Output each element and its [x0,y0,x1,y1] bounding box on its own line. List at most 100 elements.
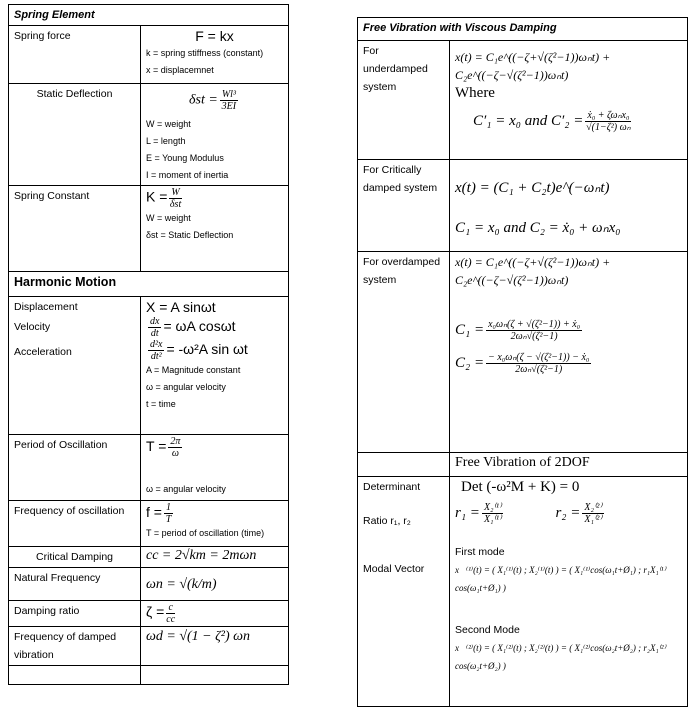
spring-constant-label: Spring Constant [8,185,141,272]
natural-frequency-eq: ωn = √(k/m) [140,567,289,601]
formula-text: dx [148,316,162,328]
formula-text: δst [169,199,182,210]
determinant-eq: Det (-ω²M + K) = 0 [461,479,580,495]
formula-text: r₂ = [555,504,581,521]
underdamped-eq: x(t) = C₁e^((−ζ+√(ζ²−1))ωₙt) + C₂e^((−ζ−… [455,50,611,82]
first-mode-eq: x⃗⁽¹⁾(t) = ( X₁⁽¹⁾(t) ; X₂⁽¹⁾(t) ) = ( X… [455,565,666,593]
underdamped-constants: C′₁ = x₀ and C′₂ = ẋ₀ + ζωₙx₀ √(1−ζ²) ωₙ [473,110,682,133]
frequency-label: Frequency of oscillation [8,500,141,547]
formula-text: r₁ = [455,504,480,521]
critically-damped-label: For Critically damped system [357,159,450,252]
formula-text: X₂⁽²⁾ [582,502,604,514]
harmonic-motion-header: Harmonic Motion [8,271,289,297]
critically-damped-eq: x(t) = (C₁ + C₂t)e^(−ωₙt) [455,180,610,196]
velocity-eq: dx dt = ωA cosωt [146,316,283,339]
formula-text: cc [166,614,176,625]
displacement-label: Displacement [14,301,78,313]
critical-damping-label: Critical Damping [8,546,141,568]
formula-text: T [165,514,172,525]
two-dof-header: Free Vibration of 2DOF [449,452,688,477]
formula-text: 2ωₙ√(ζ²−1) [510,331,558,342]
left-formula-table: Spring Element Spring force F = kx k = s… [8,4,289,685]
static-deflection-eq: δst = Wl³ 3EI [146,89,283,112]
first-mode-label: First mode [455,546,505,558]
formula-text: √(1−ζ²) ωₙ [586,122,631,133]
spring-constant-eq: K = Wδst [146,187,283,210]
overdamped-c2: C₂ = − x₀ωₙ(ζ − √(ζ²−1)) − ẋ₀ 2ωₙ√(ζ²−1) [455,352,682,375]
critically-damped-constants: C₁ = x₀ and C₂ = ẋ₀ + ωₙx₀ [455,220,621,236]
critical-damping-eq: cc = 2√km = 2mωn [140,546,289,568]
fraction: d²x dt² [148,339,165,362]
underdamped-label: For underdamped system [357,40,450,160]
formula-text: 2π [168,436,183,448]
formula-text: 3EI [221,101,237,112]
formula-text: ω = angular velocity [146,484,226,494]
formula-text: dt [150,328,159,339]
right-formula-table: Free Vibration with Viscous Damping For … [357,17,688,707]
formula-text: 2ωₙ√(ζ²−1) [515,364,563,375]
formula-text: dt² [150,351,162,362]
formula-text: ω [171,448,179,459]
fraction: ẋ₀ + ζωₙx₀ √(1−ζ²) ωₙ [585,110,632,133]
formula-text: C₁ = [455,321,485,338]
formula-text: C₂ = [455,354,485,371]
second-mode-label: Second Mode [455,624,520,636]
formula-text: X₁⁽²⁾ [584,514,602,525]
formula-text: W [169,187,182,199]
formula-text: W = weight [146,213,191,223]
damped-frequency-label: Frequency of damped vibration [8,626,141,666]
note: k = spring stiffness (constant) [146,48,264,58]
fraction: X₂⁽¹⁾ X₁⁽¹⁾ [481,502,504,525]
natural-frequency-label: Natural Frequency [8,567,141,601]
spring-force-eq: F = kx [195,28,234,44]
fraction: 1T [163,502,173,525]
formula-text: 1 [163,502,173,514]
formula-text: X₁⁽¹⁾ [483,514,502,525]
formula-text: T = [146,438,167,455]
second-mode-eq: x⃗⁽²⁾(t) = ( X₁⁽²⁾(t) ; X₂⁽²⁾(t) ) = ( X… [455,643,666,671]
fraction: 2π ω [168,436,183,459]
fraction: − x₀ωₙ(ζ − √(ζ²−1)) − ẋ₀ 2ωₙ√(ζ²−1) [486,352,592,375]
formula-text: T = period of oscillation (time) [146,528,265,538]
acceleration-eq: d²x dt² = -ω²A sin ωt [146,339,283,362]
formula-text: δst = Static Deflection [146,230,234,240]
note: x = displacemnet [146,65,214,75]
formula-text: ẋ₀ + ζωₙx₀ [585,110,632,122]
formula-text: Wl³ [219,89,238,101]
determinant-label: Determinant [363,481,421,493]
formula-text: L = length [146,136,186,146]
formula-text: X₂⁽¹⁾ [481,502,504,514]
formula-text: t = time [146,399,176,409]
formula-text: δst = [189,92,218,108]
formula-text: c [166,602,176,614]
spring-force-label: Spring force [8,25,141,84]
modal-vector-label: Modal Vector [363,563,425,575]
formula-text: ζ = [146,603,165,620]
fraction: Wl³ 3EI [219,89,238,112]
fraction: c cc [166,602,176,625]
displacement-eq: X = A sinωt [146,299,216,315]
frequency-eq: f = 1 T [146,502,283,525]
static-deflection-label: Static Deflection [8,83,141,186]
ratio-label: Ratio r₁, r₂ [363,515,411,527]
viscous-damping-header: Free Vibration with Viscous Damping [357,17,688,41]
overdamped-c1: C₁ = x₀ωₙ(ζ + √(ζ²−1)) + ẋ₀ 2ωₙ√(ζ²−1) [455,319,682,342]
formula-text: A = Magnitude constant [146,365,241,375]
formula-text: W = weight [146,119,191,129]
formula-text: f = [146,504,162,521]
where-text: Where [455,85,495,101]
formula-text: = -ω²A sin ωt [166,341,248,358]
fraction: x₀ωₙ(ζ + √(ζ²−1)) + ẋ₀ 2ωₙ√(ζ²−1) [486,319,583,342]
spring-element-header: Spring Element [8,4,289,26]
formula-text: − x₀ωₙ(ζ − √(ζ²−1)) − ẋ₀ [486,352,592,364]
overdamped-label: For overdamped system [357,251,450,453]
formula-text: E = Young Modulus [146,153,224,163]
formula-text: = ωA cosωt [163,318,236,335]
overdamped-eq: x(t) = C₁e^((−ζ+√(ζ²−1))ωₙt) + C₂e^((−ζ−… [455,255,611,287]
formula-text: C′₁ = x₀ and C′₂ = [473,112,584,129]
velocity-label: Velocity [14,321,51,333]
formula-text: ω = angular velocity [146,382,226,392]
period-label: Period of Oscillation [8,434,141,501]
fraction: X₂⁽²⁾ X₁⁽²⁾ [582,502,604,525]
formula-text: K = [146,188,168,205]
